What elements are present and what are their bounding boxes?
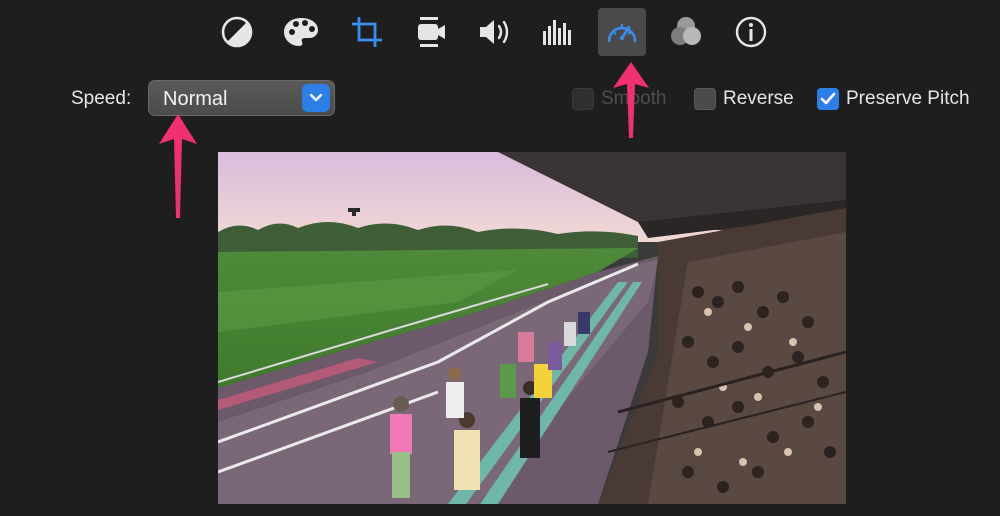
annotation-arrow-up-speed [613, 62, 649, 138]
crop-button[interactable] [343, 8, 391, 56]
checkmark-icon [820, 92, 836, 105]
video-preview [218, 152, 846, 504]
crop-icon [352, 17, 382, 47]
preserve-pitch-label[interactable]: Preserve Pitch [846, 88, 970, 110]
chevron-down-icon [309, 93, 323, 102]
reverse-label[interactable]: Reverse [723, 88, 794, 110]
info-button[interactable] [727, 8, 775, 56]
clip-filter-button[interactable] [662, 8, 710, 56]
color-correction-button[interactable] [277, 8, 325, 56]
inspector-toolbar [0, 0, 1000, 64]
color-balance-button[interactable] [213, 8, 261, 56]
stabilization-button[interactable] [407, 8, 455, 56]
volume-button[interactable] [471, 8, 519, 56]
dropdown-chevron [302, 84, 330, 112]
annotation-arrow-up-dropdown [159, 114, 197, 218]
volume-icon [480, 20, 509, 44]
stabilization-icon [418, 17, 445, 47]
speed-dropdown[interactable]: Normal [148, 80, 335, 116]
equalizer-icon [543, 20, 571, 45]
preserve-pitch-checkbox[interactable] [817, 88, 839, 110]
speed-button[interactable] [598, 8, 646, 56]
clip-filter-icon [671, 17, 701, 45]
speed-selected-value: Normal [163, 88, 228, 110]
speed-icon [607, 24, 637, 43]
smooth-checkbox [572, 88, 594, 110]
color-palette-icon [284, 18, 318, 46]
equalizer-button[interactable] [534, 8, 582, 56]
color-balance-icon [221, 16, 253, 48]
video-frame-image [218, 152, 846, 504]
info-icon [735, 16, 767, 48]
reverse-checkbox[interactable] [694, 88, 716, 110]
speed-label: Speed: [71, 88, 132, 109]
